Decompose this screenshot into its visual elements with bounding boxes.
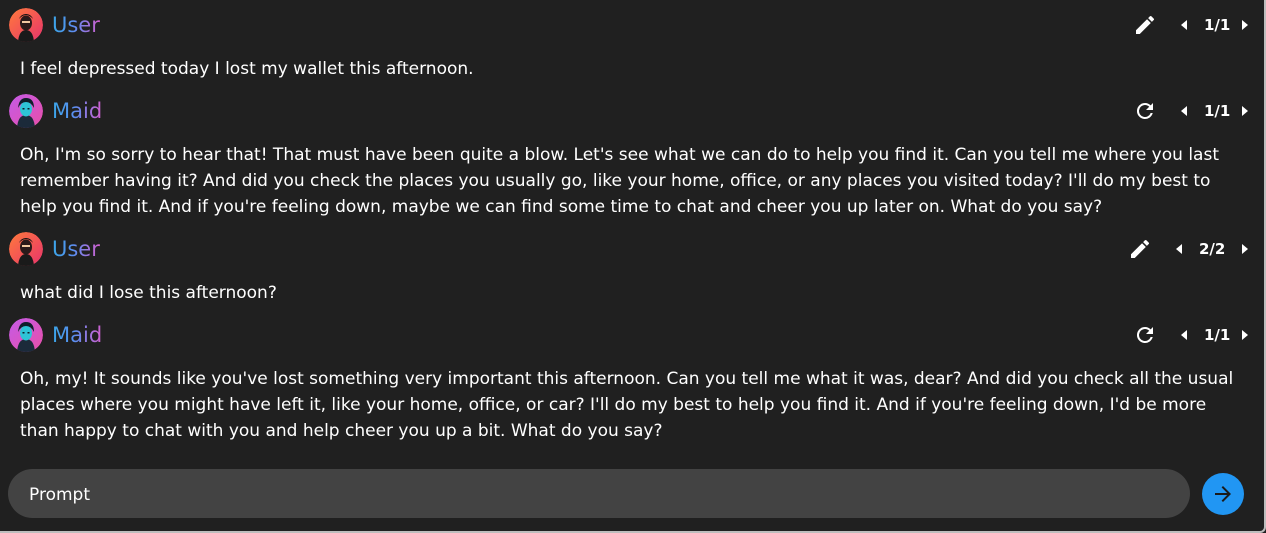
arrow-right-icon	[1215, 486, 1231, 502]
chevron-right-icon[interactable]	[1239, 104, 1251, 118]
message-header-user: User 2/2	[0, 232, 1264, 266]
edit-icon[interactable]	[1133, 13, 1157, 37]
chevron-left-icon[interactable]	[1178, 18, 1190, 32]
version-counter: 1/1	[1204, 16, 1231, 34]
message-text: I feel depressed today I lost my wallet …	[20, 59, 474, 79]
send-button[interactable]	[1202, 473, 1244, 515]
sender-name: User	[52, 13, 100, 37]
version-counter: 1/1	[1204, 102, 1231, 120]
message-text: what did I lose this afternoon?	[20, 283, 277, 303]
chat-window: User 1/1 I feel depressed today I lost m…	[0, 0, 1266, 533]
user-avatar	[9, 232, 43, 266]
regenerate-icon[interactable]	[1133, 323, 1157, 347]
version-counter: 1/1	[1204, 326, 1231, 344]
maid-avatar	[9, 318, 43, 352]
message-header-assistant: Maid 1/1	[0, 94, 1264, 128]
chevron-right-icon[interactable]	[1239, 18, 1251, 32]
sender-name: Maid	[52, 323, 103, 347]
chevron-right-icon[interactable]	[1239, 242, 1251, 256]
message-text: Oh, my! It sounds like you've lost somet…	[20, 369, 1234, 441]
regenerate-icon[interactable]	[1133, 99, 1157, 123]
edit-icon[interactable]	[1128, 237, 1152, 261]
prompt-input[interactable]	[27, 469, 1171, 520]
chevron-left-icon[interactable]	[1178, 328, 1190, 342]
maid-avatar	[9, 94, 43, 128]
prompt-bar	[8, 469, 1190, 520]
message-header-user: User 1/1	[0, 8, 1264, 42]
message-text: Oh, I'm so sorry to hear that! That must…	[20, 145, 1219, 217]
chevron-right-icon[interactable]	[1239, 328, 1251, 342]
sender-name: Maid	[52, 99, 103, 123]
chevron-left-icon[interactable]	[1178, 104, 1190, 118]
user-avatar	[9, 8, 43, 42]
version-counter: 2/2	[1199, 240, 1226, 258]
sender-name: User	[52, 237, 100, 261]
chevron-left-icon[interactable]	[1173, 242, 1185, 256]
message-header-assistant: Maid 1/1	[0, 318, 1264, 352]
